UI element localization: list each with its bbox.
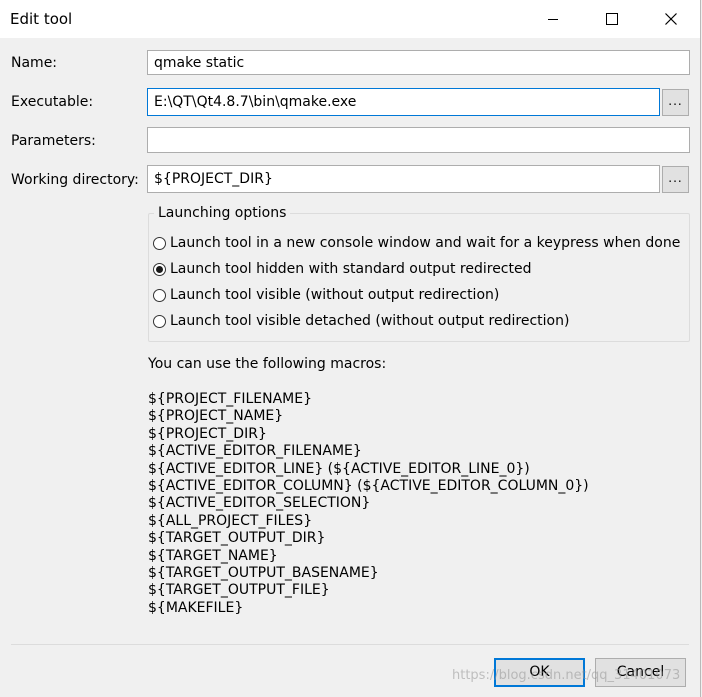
button-separator (11, 644, 689, 645)
launch-option-hidden[interactable]: Launch tool hidden with standard output … (153, 260, 532, 278)
window-title: Edit tool (10, 10, 73, 28)
macro-item: ${ACTIVE_EDITOR_SELECTION} (148, 495, 371, 512)
macro-list: ${PROJECT_FILENAME} ${PROJECT_NAME} ${PR… (148, 391, 589, 617)
minimize-button[interactable] (530, 0, 576, 38)
macro-item: ${ALL_PROJECT_FILES} (148, 512, 313, 529)
minimize-icon (548, 19, 558, 20)
working-directory-browse-button[interactable]: ... (662, 166, 689, 193)
macro-item: ${PROJECT_DIR} (148, 425, 267, 442)
macro-item: ${PROJECT_NAME} (148, 408, 284, 425)
launching-options-title: Launching options (154, 204, 291, 222)
radio-label: Launch tool visible (without output redi… (170, 287, 500, 303)
title-bar: Edit tool (0, 0, 700, 38)
radio-button[interactable] (153, 288, 166, 302)
launch-option-visible[interactable]: Launch tool visible (without output redi… (153, 286, 499, 304)
radio-label: Launch tool visible detached (without ou… (170, 313, 570, 329)
name-field[interactable]: qmake static (147, 50, 690, 75)
macro-item: ${TARGET_NAME} (148, 547, 278, 564)
launch-option-console[interactable]: Launch tool in a new console window and … (153, 234, 680, 252)
radio-label: Launch tool hidden with standard output … (170, 261, 532, 277)
macro-item: ${PROJECT_FILENAME} (148, 391, 313, 407)
working-directory-label: Working directory: (11, 172, 139, 188)
radio-button-selected[interactable] (153, 262, 166, 276)
launch-option-visible-detached[interactable]: Launch tool visible detached (without ou… (153, 312, 569, 330)
radio-button[interactable] (153, 314, 166, 328)
macro-item: ${TARGET_OUTPUT_FILE} (148, 582, 330, 599)
maximize-icon (606, 13, 618, 25)
parameters-label: Parameters: (11, 133, 96, 149)
executable-browse-button[interactable]: ... (662, 89, 689, 116)
macro-item: ${TARGET_OUTPUT_DIR} (148, 530, 326, 547)
working-directory-field[interactable]: ${PROJECT_DIR} (147, 165, 660, 193)
macro-item: ${ACTIVE_EDITOR_COLUMN} (${ACTIVE_EDITOR… (148, 478, 589, 495)
parameters-field[interactable] (147, 127, 690, 153)
macro-item: ${ACTIVE_EDITOR_FILENAME} (148, 443, 362, 460)
macros-intro-text: You can use the following macros: (148, 356, 387, 372)
macro-item: ${MAKEFILE} (148, 599, 244, 616)
close-icon (665, 13, 677, 25)
name-label: Name: (11, 55, 58, 71)
watermark-text: https://blog.csdn.net/qq_31401073 (452, 668, 681, 683)
macro-item: ${ACTIVE_EDITOR_LINE} (${ACTIVE_EDITOR_L… (148, 460, 530, 477)
close-button[interactable] (648, 0, 694, 38)
edit-tool-dialog: Edit tool Name: qmake static Executable:… (0, 0, 701, 697)
macro-item: ${TARGET_OUTPUT_BASENAME} (148, 565, 379, 582)
executable-field[interactable]: E:\QT\Qt4.8.7\bin\qmake.exe (147, 88, 660, 116)
radio-button[interactable] (153, 236, 166, 250)
executable-label: Executable: (11, 94, 94, 110)
radio-label: Launch tool in a new console window and … (170, 235, 681, 251)
maximize-button[interactable] (589, 0, 635, 38)
